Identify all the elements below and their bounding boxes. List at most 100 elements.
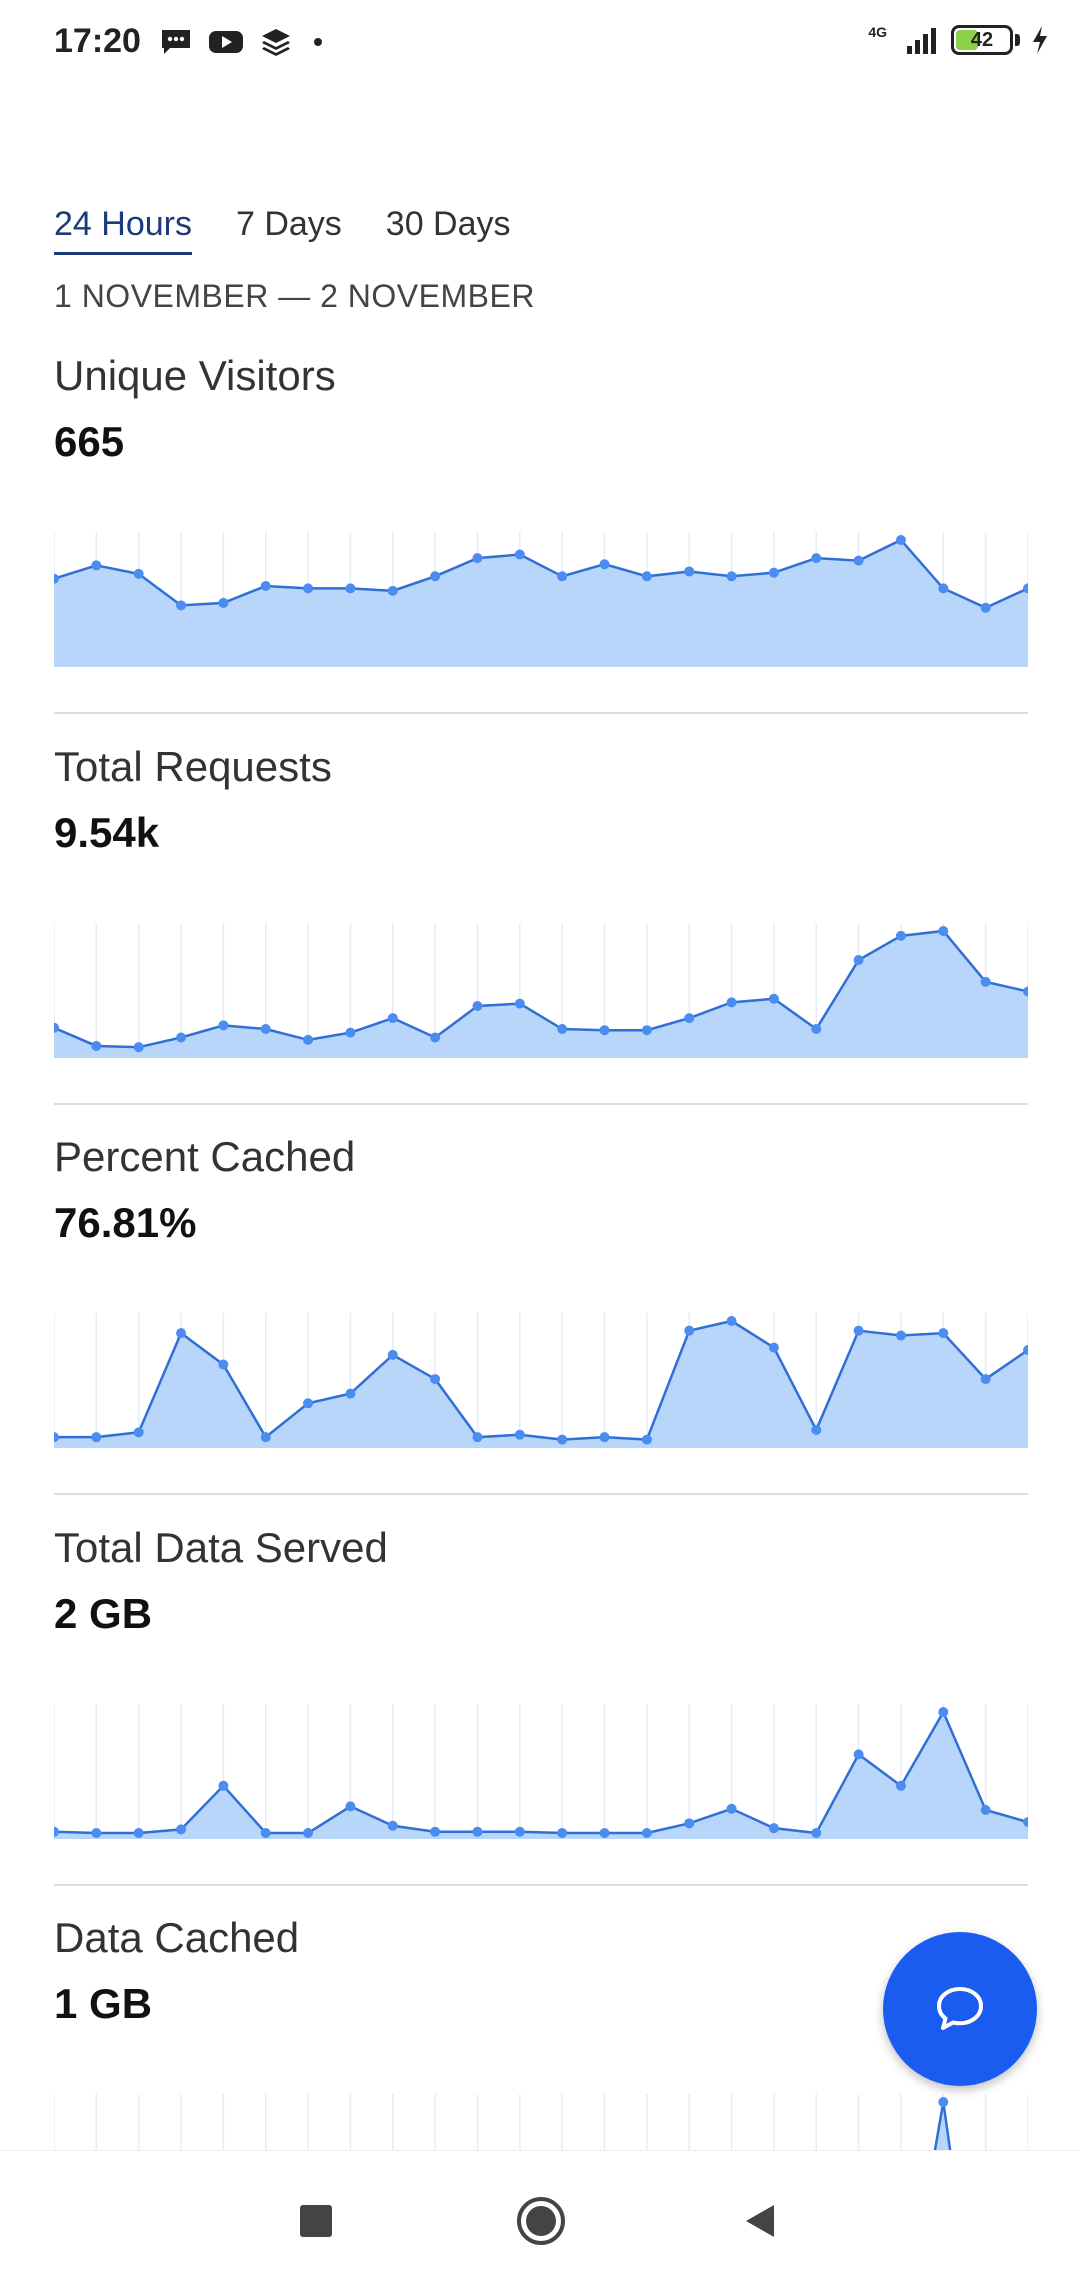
chart-point (430, 1826, 441, 1837)
chart-point (684, 1325, 695, 1336)
chat-bubble-icon (937, 1987, 983, 2030)
home-circle-icon (517, 2197, 565, 2245)
chart-point (472, 1826, 483, 1837)
tab-7-days[interactable]: 7 Days (236, 205, 342, 255)
chart-point (557, 1828, 568, 1838)
chart-point (853, 555, 864, 566)
chart-point (387, 1820, 398, 1831)
chart-point (218, 1359, 229, 1370)
chart-point (387, 1349, 398, 1360)
chart-point (176, 1328, 187, 1339)
chart-point (641, 1434, 652, 1445)
system-icons: 42 (901, 24, 1050, 56)
chart-point (599, 1432, 610, 1443)
metric-value: 1 GB (54, 1980, 153, 2027)
total-data-served-chart (54, 1704, 1028, 1839)
recents-button[interactable] (286, 2191, 346, 2251)
chart-point (345, 1801, 356, 1812)
chart-point (303, 1828, 314, 1838)
time-range-tabs: 24 Hours 7 Days 30 Days (54, 205, 511, 255)
chart-point (557, 1434, 568, 1445)
chart-point (514, 998, 525, 1009)
chart-area (54, 931, 1028, 1058)
network-type: 4G (868, 24, 887, 40)
chart-area (54, 1321, 1028, 1448)
charging-icon (1033, 26, 1047, 54)
status-time: 17:20 (54, 22, 141, 60)
chart-point (599, 1025, 610, 1036)
chart-point (599, 559, 610, 570)
square-icon (300, 2205, 332, 2237)
chart-point (895, 535, 906, 545)
chart-point (599, 1828, 610, 1838)
metric-value: 76.81% (54, 1199, 197, 1246)
chart-area (54, 1712, 1028, 1839)
signal-icon (907, 28, 936, 54)
divider (54, 712, 1028, 714)
chart-point (768, 1823, 779, 1834)
total-requests-chart (54, 923, 1028, 1058)
metric-title: Data Cached (54, 1914, 300, 1961)
chart-point (345, 1388, 356, 1399)
chart-point (684, 1818, 695, 1829)
chart-point (218, 597, 229, 608)
chart-point (133, 568, 144, 579)
home-button[interactable] (511, 2191, 571, 2251)
chart-point (768, 567, 779, 578)
chart-point (980, 1805, 991, 1816)
chart-point (514, 1826, 525, 1837)
back-button[interactable] (730, 2191, 790, 2251)
chart-point (430, 1374, 441, 1385)
date-range: 1 NOVEMBER — 2 NOVEMBER (54, 278, 535, 314)
chart-point (811, 1828, 822, 1838)
tab-24-hours[interactable]: 24 Hours (54, 205, 192, 255)
percent-cached-chart (54, 1313, 1028, 1448)
battery-icon: 42 (951, 25, 1013, 55)
message-icon (162, 30, 190, 54)
chart-point (684, 1013, 695, 1024)
chart-point (938, 1328, 949, 1339)
chart-point (260, 1024, 271, 1035)
divider (54, 1103, 1028, 1105)
chart-point (641, 1828, 652, 1838)
chat-button[interactable] (883, 1932, 1037, 2086)
chart-point (260, 580, 271, 591)
chart-point (641, 571, 652, 582)
chart-point (557, 571, 568, 582)
chart-point (91, 560, 102, 571)
chart-point (472, 1001, 483, 1012)
chart-point (133, 1042, 144, 1053)
more-notifications-dot (314, 38, 322, 46)
metric-title: Total Requests (54, 743, 332, 790)
chart-point (938, 1707, 949, 1717)
chart-point (514, 549, 525, 560)
chart-point (303, 1398, 314, 1409)
chart-point (472, 1432, 483, 1443)
chart-point (853, 1749, 864, 1760)
divider (54, 1884, 1028, 1886)
chart-point (895, 1780, 906, 1791)
chart-point (430, 571, 441, 582)
chart-point (938, 583, 949, 594)
metric-value: 2 GB (54, 1590, 153, 1637)
battery-percent: 42 (970, 29, 994, 51)
chart-point (176, 1032, 187, 1043)
chart-point (980, 1374, 991, 1385)
chart-point (387, 585, 398, 596)
chart-point (726, 1316, 737, 1326)
chart-point (430, 1032, 441, 1043)
chart-point (345, 1027, 356, 1038)
chart-point (938, 2097, 949, 2107)
chart-point (811, 553, 822, 564)
chart-point (303, 583, 314, 594)
metric-title: Percent Cached (54, 1133, 356, 1180)
chart-point (133, 1828, 144, 1838)
chart-point (472, 553, 483, 564)
chart-point (260, 1828, 271, 1838)
metric-title: Unique Visitors (54, 352, 336, 399)
chart-point (726, 997, 737, 1008)
metric-value: 665 (54, 418, 125, 465)
chart-point (938, 926, 949, 936)
tab-30-days[interactable]: 30 Days (386, 205, 511, 255)
chart-point (853, 955, 864, 966)
